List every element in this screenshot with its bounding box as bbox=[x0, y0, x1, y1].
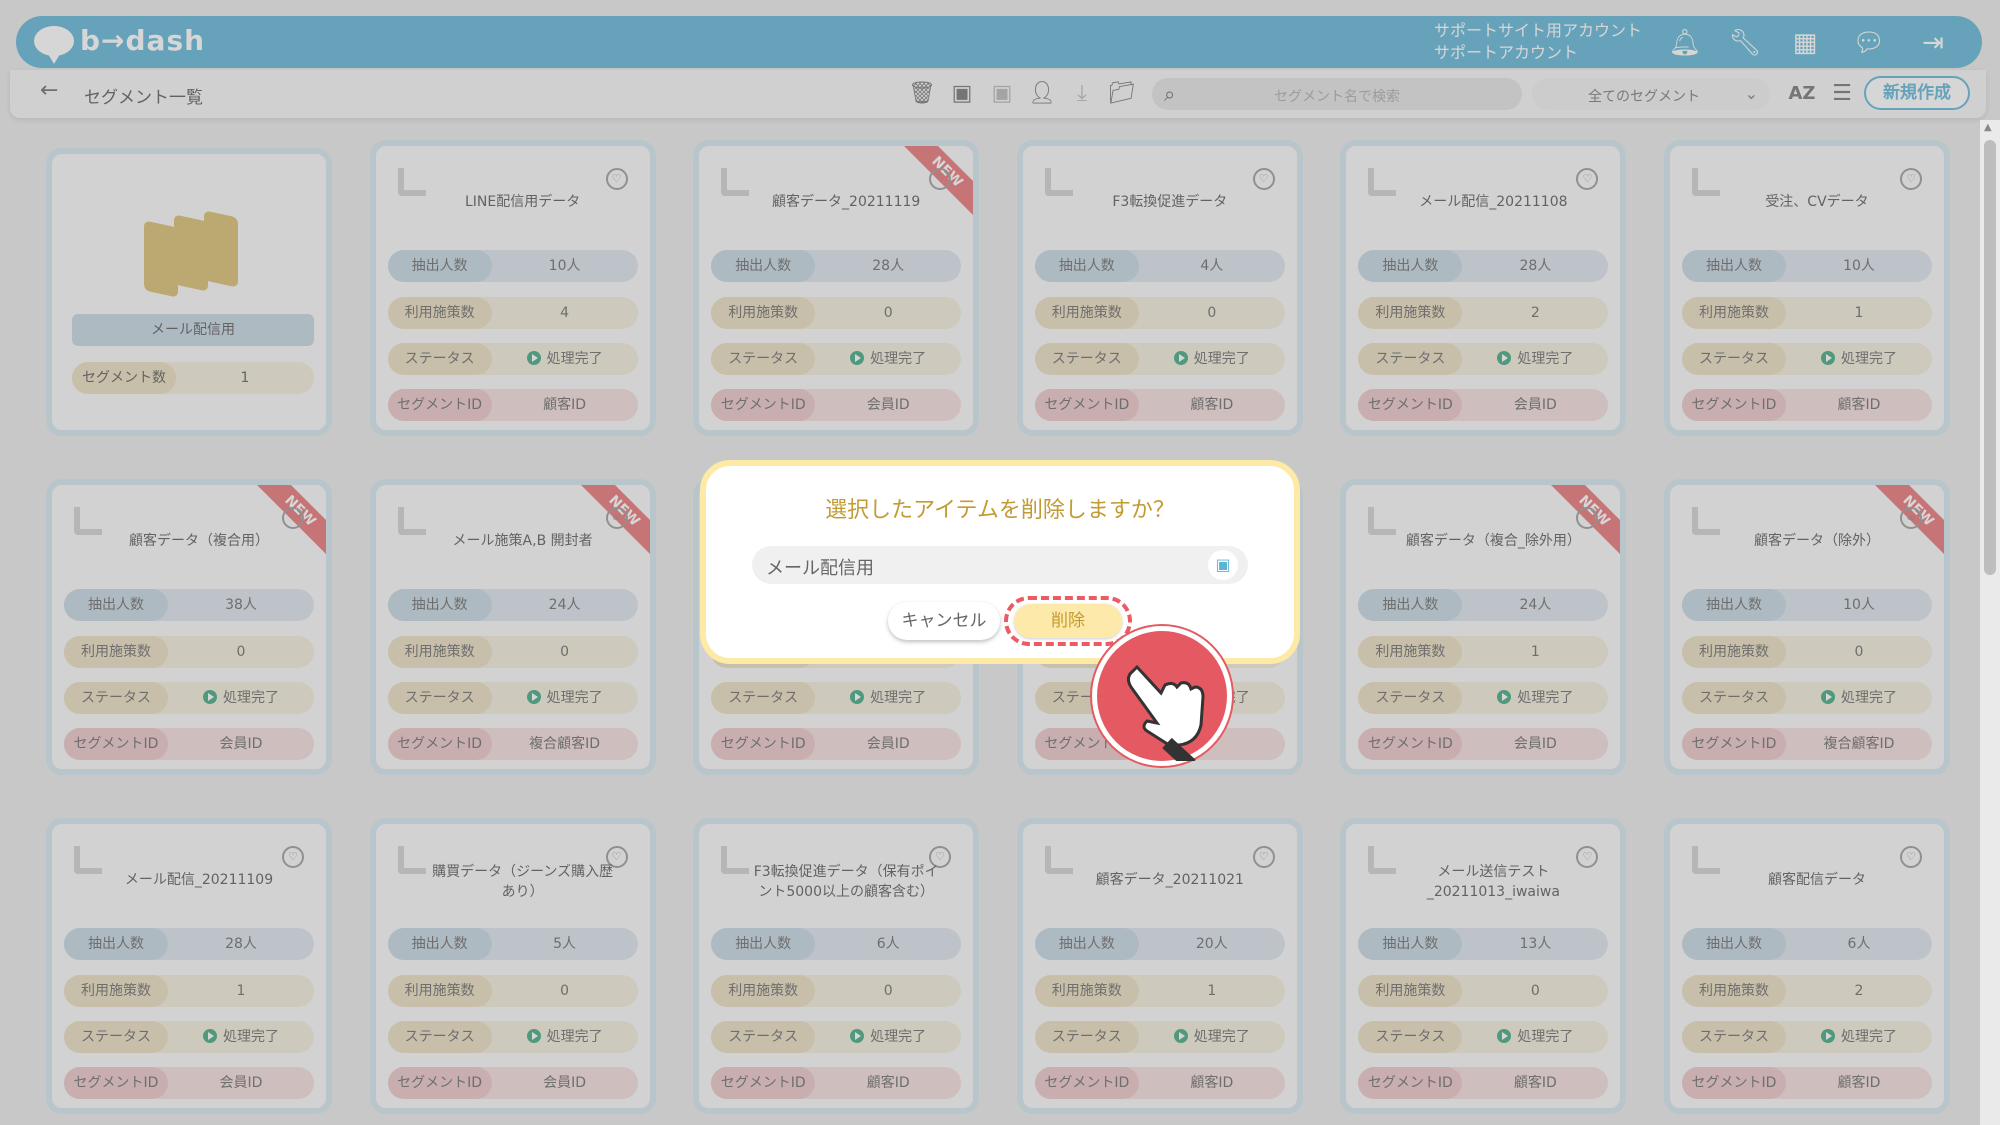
dialog-title: 選択したアイテムを削除しますか？ bbox=[825, 498, 1175, 523]
dialog-item-name: メール配信用 bbox=[766, 558, 874, 579]
item-type-icon: ▣ bbox=[1208, 550, 1238, 580]
cancel-button[interactable]: キャンセル bbox=[888, 602, 1000, 640]
scrollbar-thumb[interactable] bbox=[1984, 140, 1996, 575]
dialog-item-field: メール配信用 ▣ bbox=[752, 546, 1248, 584]
scroll-up-arrow-icon[interactable]: ▲ bbox=[1984, 122, 1992, 133]
vertical-scrollbar[interactable]: ▲ bbox=[1980, 120, 2000, 1125]
pointer-hand-icon bbox=[1092, 626, 1232, 771]
